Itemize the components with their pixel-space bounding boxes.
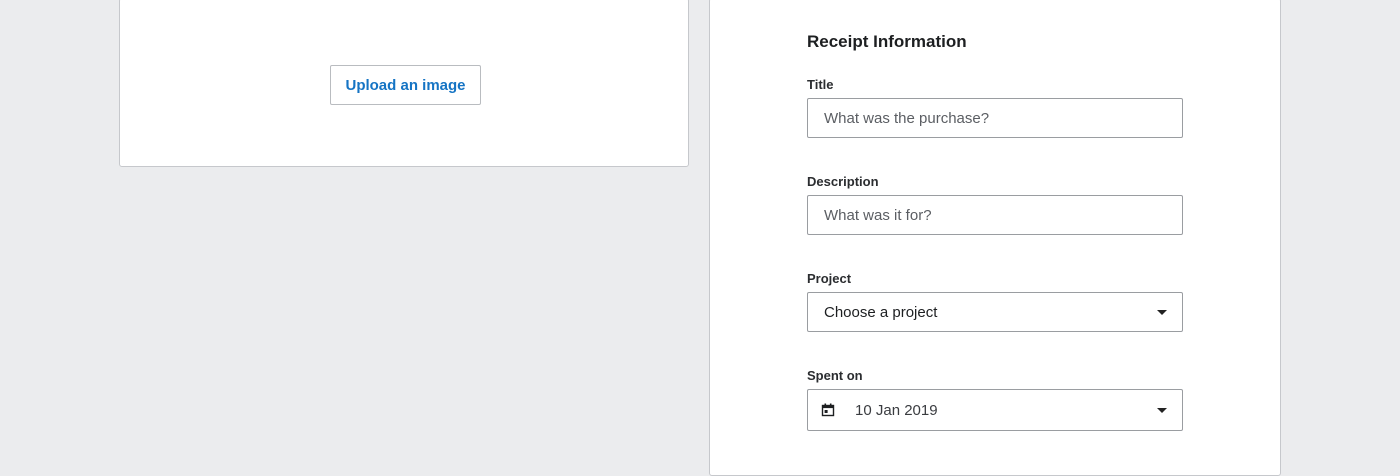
chevron-down-icon: [1157, 408, 1167, 413]
image-upload-panel: Upload an image: [119, 0, 689, 167]
project-label: Project: [807, 271, 852, 286]
spent-on-date-value: 10 Jan 2019: [855, 402, 938, 419]
title-input[interactable]: [807, 98, 1183, 138]
spent-on-date-picker[interactable]: 10 Jan 2019: [807, 389, 1183, 431]
form-title: Receipt Information: [807, 32, 967, 51]
spent-on-label: Spent on: [807, 368, 863, 383]
description-input[interactable]: [807, 195, 1183, 235]
receipt-information-panel: Receipt Information Title Description Pr…: [709, 0, 1281, 476]
chevron-down-icon: [1157, 310, 1167, 315]
calendar-icon: [821, 403, 835, 417]
project-select-value: Choose a project: [824, 304, 938, 321]
project-select[interactable]: Choose a project: [807, 292, 1183, 332]
description-label: Description: [807, 174, 879, 189]
title-label: Title: [807, 77, 834, 92]
upload-image-button[interactable]: Upload an image: [330, 65, 481, 105]
